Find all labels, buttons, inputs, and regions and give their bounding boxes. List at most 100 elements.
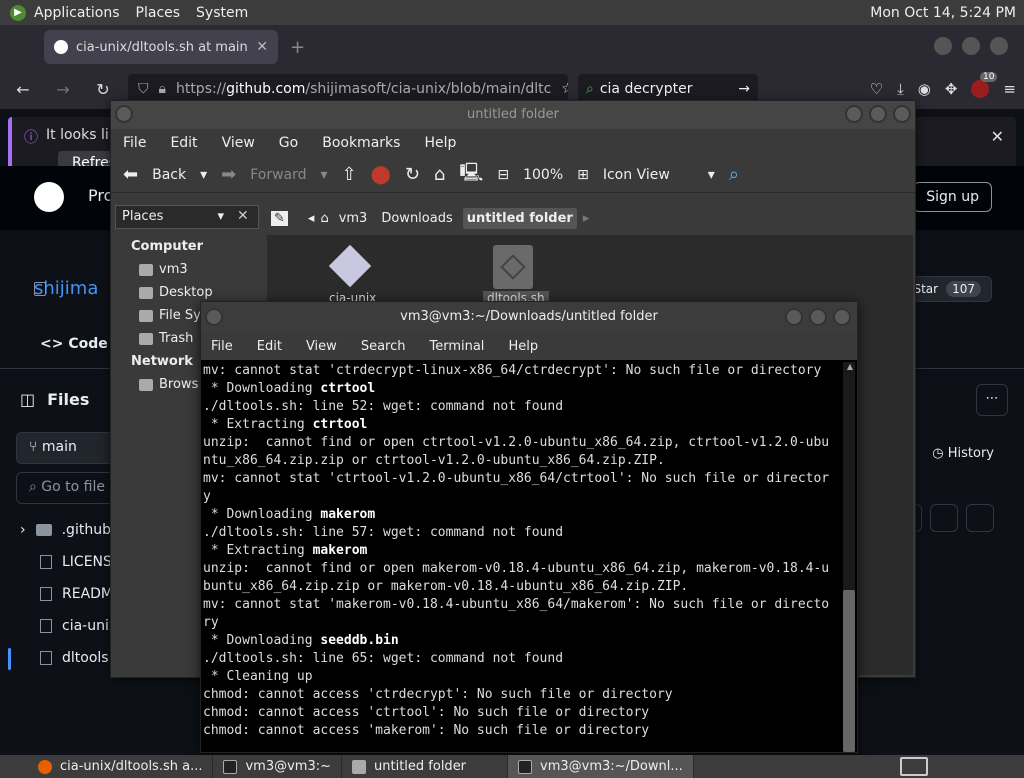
- back-arrow-icon[interactable]: ←: [8, 80, 38, 99]
- tab-close-icon[interactable]: ✕: [256, 39, 268, 55]
- fm-back-button[interactable]: Back: [152, 167, 186, 183]
- signup-button[interactable]: Sign up: [913, 182, 992, 212]
- task-terminal-downloads[interactable]: vm3@vm3:~/Downl...: [508, 755, 694, 778]
- fm-window-menu-button[interactable]: [115, 105, 133, 123]
- maximize-button[interactable]: [962, 37, 980, 55]
- workspace-switcher[interactable]: [900, 757, 928, 776]
- fm-titlebar[interactable]: untitled folder: [111, 101, 915, 129]
- term-maximize-button[interactable]: [809, 308, 827, 326]
- tree-item-license[interactable]: LICENS: [40, 554, 112, 570]
- distro-logo-icon[interactable]: ▶: [10, 4, 26, 21]
- sidebar-toggle-icon[interactable]: ◫: [20, 390, 35, 409]
- lock-icon[interactable]: 🔒︎: [159, 81, 166, 97]
- shield-icon[interactable]: ⛉: [138, 81, 149, 97]
- terminal-scroll-thumb[interactable]: [843, 590, 855, 752]
- home-folder-icon[interactable]: ⌂: [434, 164, 445, 185]
- crumb-untitled-folder[interactable]: untitled folder: [462, 207, 577, 229]
- history-button[interactable]: ◷ History: [932, 446, 994, 461]
- terminal-line: * Extracting ctrtool: [203, 417, 368, 432]
- download-icon[interactable]: ⤓: [897, 80, 904, 98]
- repo-icon: [34, 282, 46, 296]
- search-icon[interactable]: ⌕: [729, 164, 739, 185]
- fm-minimize-button[interactable]: [845, 105, 863, 123]
- fm-close-button[interactable]: [893, 105, 911, 123]
- term-close-button[interactable]: [833, 308, 851, 326]
- bookmark-star-icon[interactable]: ☆: [561, 81, 568, 97]
- edit-location-icon[interactable]: ✎: [271, 210, 288, 226]
- sidebar-item-browse-network[interactable]: Brows: [139, 377, 198, 392]
- tab-code[interactable]: <> Code: [40, 336, 108, 352]
- close-button[interactable]: [990, 37, 1008, 55]
- view-mode-dropdown-icon[interactable]: ▾: [708, 167, 715, 183]
- stop-icon[interactable]: ⬤: [371, 164, 391, 185]
- view-mode-select[interactable]: Icon View: [603, 167, 670, 183]
- path-left-arrow-icon[interactable]: ◂: [308, 211, 315, 226]
- embed-icon[interactable]: [966, 504, 994, 532]
- fm-maximize-button[interactable]: [869, 105, 887, 123]
- tree-item-readme[interactable]: READM: [40, 586, 113, 602]
- term-menu-help[interactable]: Help: [508, 339, 538, 354]
- pocket-icon[interactable]: ♡: [870, 80, 883, 98]
- fm-menu-view[interactable]: View: [222, 135, 255, 151]
- up-arrow-icon[interactable]: ⇧: [342, 164, 357, 185]
- panel-clock[interactable]: Mon Oct 14, 5:24 PM: [870, 5, 1016, 21]
- sidebar-item-desktop[interactable]: Desktop: [139, 285, 213, 300]
- sidebar-item-vm3[interactable]: vm3: [139, 262, 188, 277]
- fm-forward-button[interactable]: Forward: [250, 167, 306, 183]
- menu-hamburger-icon[interactable]: ≡: [1003, 80, 1016, 98]
- menu-places[interactable]: Places: [128, 5, 189, 21]
- scroll-up-icon[interactable]: ▲: [847, 362, 853, 371]
- back-dropdown-icon[interactable]: ▾: [200, 167, 207, 183]
- sidebar-close-icon[interactable]: ✕: [237, 208, 249, 224]
- file-cia-unix[interactable]: [328, 244, 372, 291]
- tree-item-dltools[interactable]: dltools.s: [40, 650, 120, 666]
- browser-tab[interactable]: cia-unix/dltools.sh at main ✕: [44, 30, 278, 64]
- term-window-menu-button[interactable]: [205, 308, 223, 326]
- path-right-arrow-icon[interactable]: ▸: [583, 211, 590, 226]
- term-menu-view[interactable]: View: [306, 339, 337, 354]
- term-menu-file[interactable]: File: [211, 339, 233, 354]
- search-go-icon[interactable]: →: [738, 81, 750, 97]
- fm-menu-file[interactable]: File: [123, 135, 146, 151]
- download-raw-icon[interactable]: [930, 504, 958, 532]
- fm-menu-help[interactable]: Help: [424, 135, 456, 151]
- zoom-out-icon[interactable]: ⊟: [497, 167, 509, 183]
- crumb-vm3[interactable]: vm3: [335, 208, 372, 229]
- task-firefox[interactable]: cia-unix/dltools.sh a...: [0, 755, 214, 778]
- sidebar-item-filesystem[interactable]: File Sy: [139, 308, 201, 323]
- term-menu-search[interactable]: Search: [361, 339, 406, 354]
- zoom-in-icon[interactable]: ⊞: [577, 167, 589, 183]
- reload-icon[interactable]: ↻: [88, 80, 118, 99]
- extensions-icon[interactable]: ✥: [945, 80, 958, 98]
- more-options-button[interactable]: ⋯: [976, 384, 1008, 416]
- forward-dropdown-icon[interactable]: ▾: [321, 167, 328, 183]
- ublock-icon[interactable]: 10: [971, 72, 998, 98]
- fm-menu-bookmarks[interactable]: Bookmarks: [322, 135, 400, 151]
- menu-system[interactable]: System: [188, 5, 256, 21]
- term-menu-terminal[interactable]: Terminal: [429, 339, 484, 354]
- forward-arrow-icon[interactable]: ➡: [221, 164, 236, 185]
- github-logo-icon[interactable]: [34, 182, 64, 212]
- task-file-manager[interactable]: untitled folder: [342, 755, 509, 778]
- crumb-downloads[interactable]: Downloads: [377, 208, 456, 229]
- file-dltools[interactable]: [493, 245, 533, 289]
- minimize-button[interactable]: [934, 37, 952, 55]
- new-tab-icon[interactable]: +: [290, 37, 305, 58]
- fm-menu-go[interactable]: Go: [279, 135, 298, 151]
- terminal-output[interactable]: mv: cannot stat 'ctrdecrypt-linux-x86_64…: [203, 362, 843, 752]
- term-minimize-button[interactable]: [785, 308, 803, 326]
- tree-item-cia-unix[interactable]: cia-unix: [40, 618, 117, 634]
- task-terminal-home[interactable]: vm3@vm3:~: [213, 755, 343, 778]
- tree-item-github[interactable]: › .github: [20, 522, 111, 538]
- back-arrow-icon[interactable]: ⬅: [123, 164, 138, 185]
- sidebar-item-trash[interactable]: Trash: [139, 331, 193, 346]
- computer-icon[interactable]: 🖳: [459, 160, 483, 190]
- notice-close-icon[interactable]: ✕: [991, 127, 1004, 146]
- account-icon[interactable]: ◉: [918, 80, 931, 98]
- terminal-titlebar[interactable]: vm3@vm3:~/Downloads/untitled folder: [201, 302, 857, 332]
- reload-icon[interactable]: ↻: [405, 164, 420, 185]
- menu-applications[interactable]: Applications: [26, 5, 128, 21]
- forward-arrow-icon[interactable]: →: [48, 80, 78, 99]
- term-menu-edit[interactable]: Edit: [257, 339, 282, 354]
- fm-menu-edit[interactable]: Edit: [170, 135, 197, 151]
